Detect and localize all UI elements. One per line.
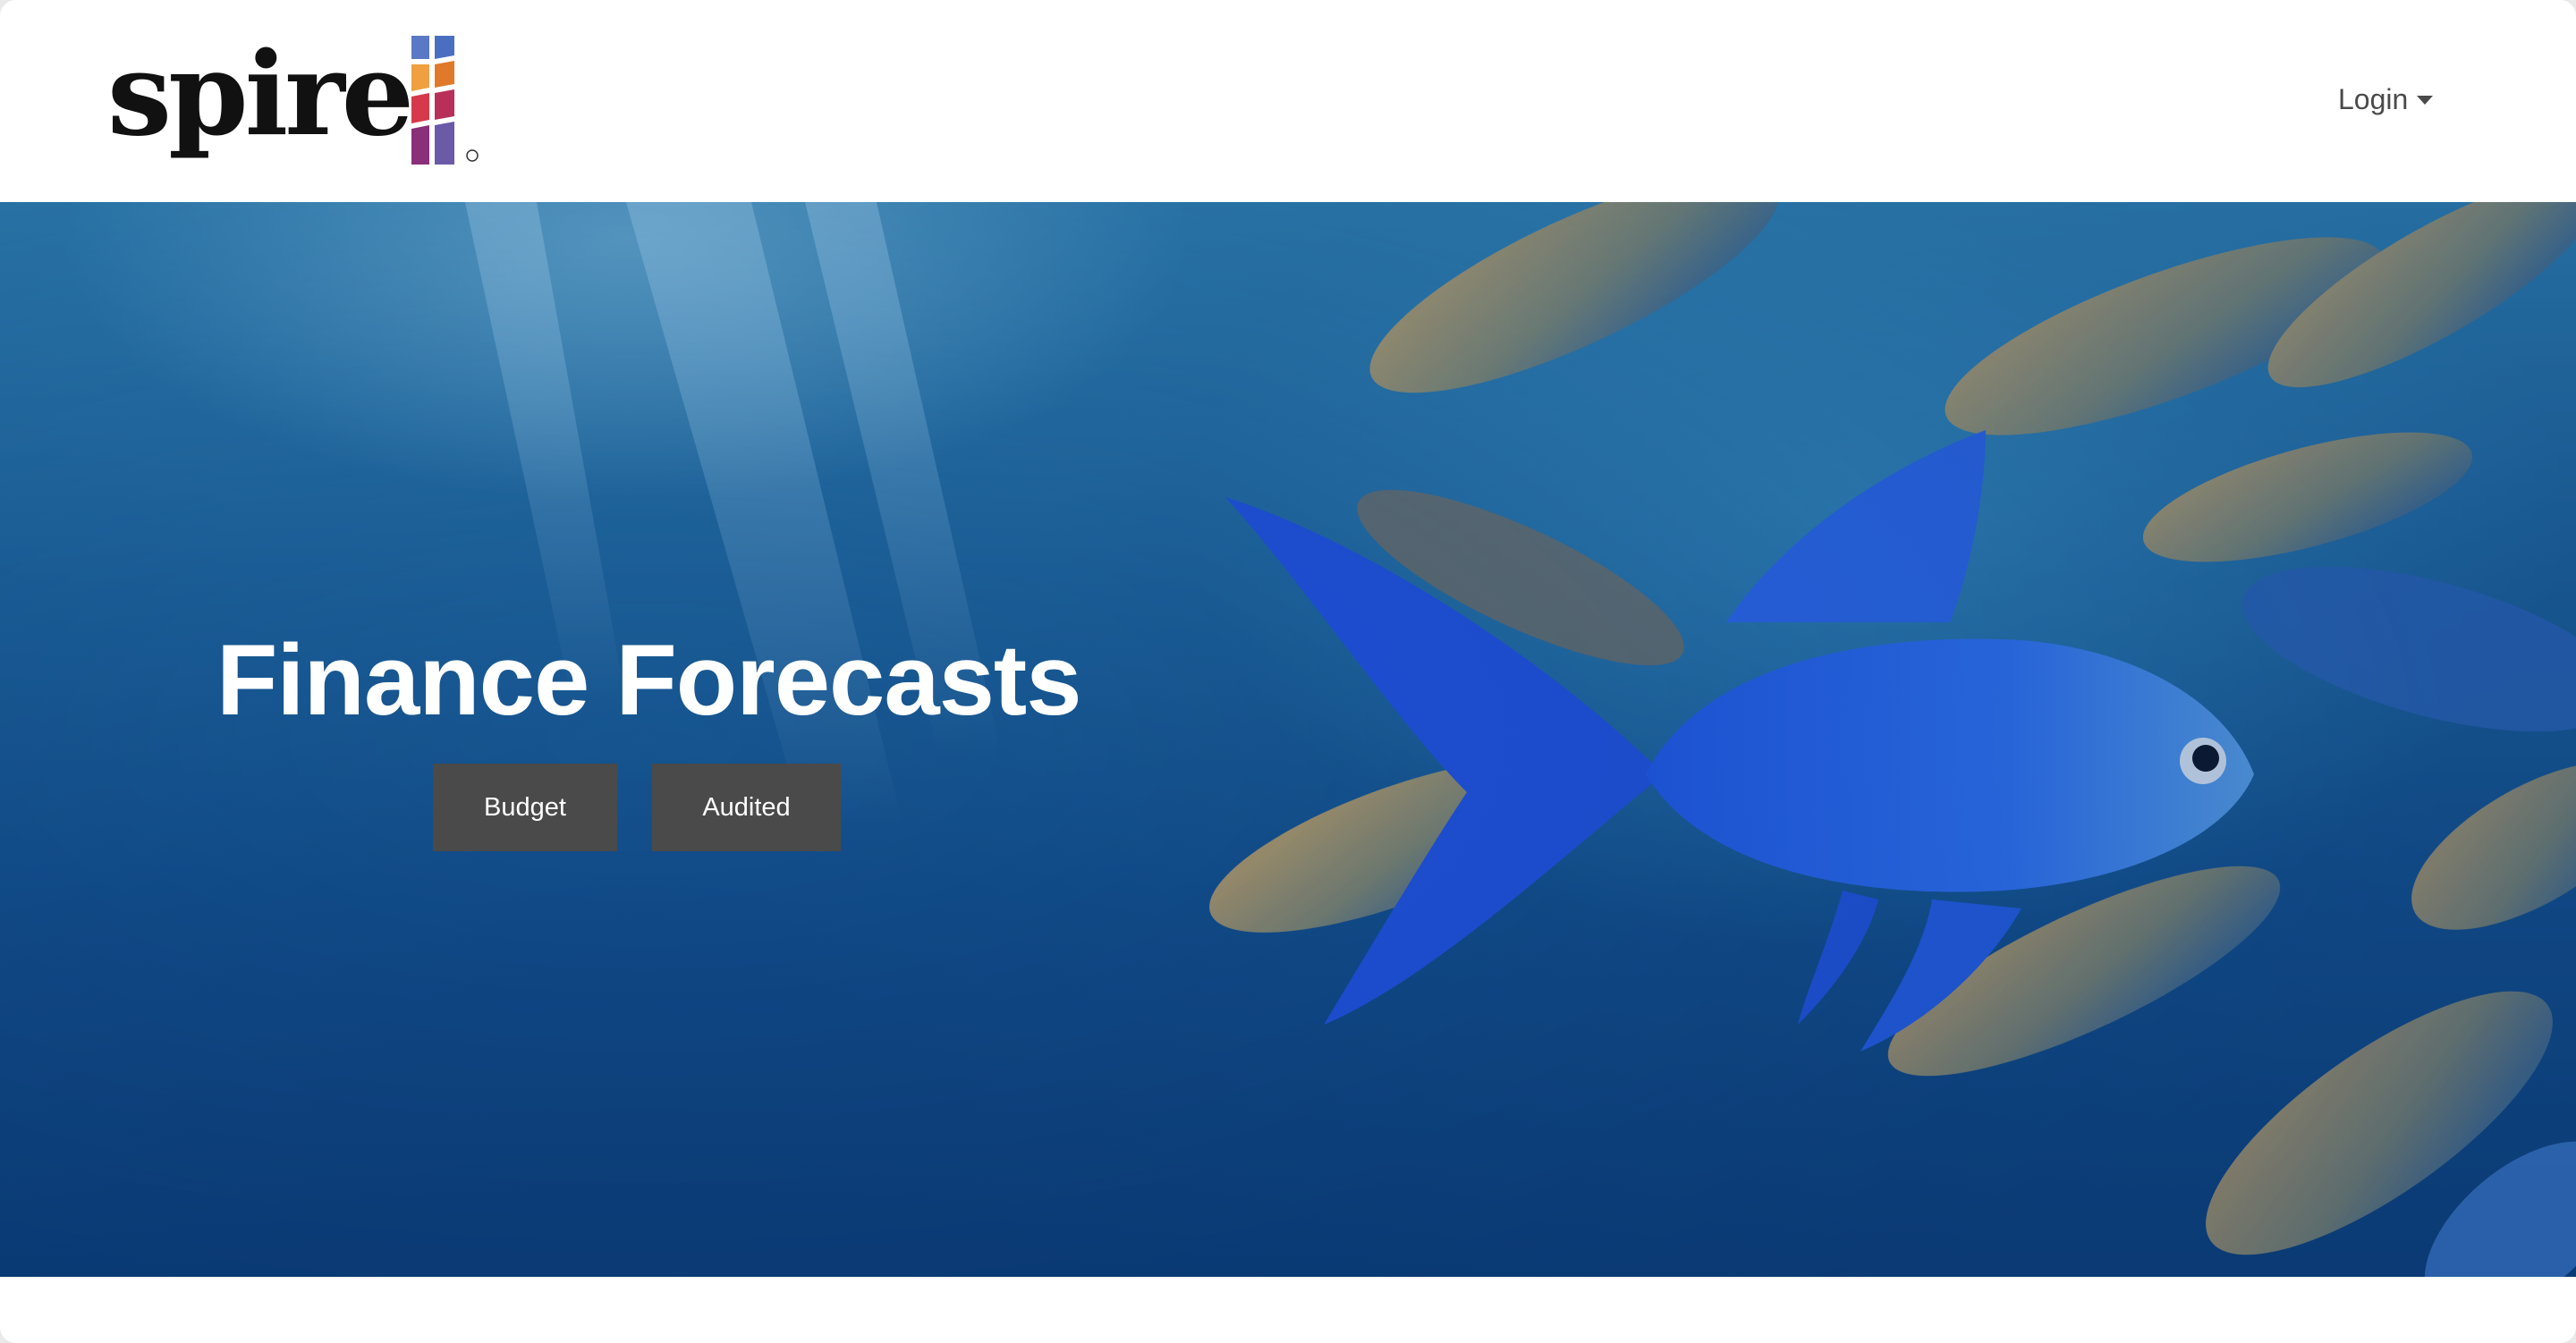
navbar: spire Login (0, 0, 2576, 202)
hero-background-image (0, 202, 2576, 1277)
audited-button[interactable]: Audited (652, 764, 841, 851)
page: spire Login Finance Forecasts Budget Aud… (0, 0, 2576, 1343)
hero-title: Finance Forecasts (216, 624, 1081, 736)
login-dropdown[interactable]: Login (2338, 79, 2434, 120)
brand-name: spire (107, 28, 414, 162)
brand-mark-icon (411, 36, 479, 165)
login-label: Login (2338, 82, 2409, 115)
content-area (0, 1277, 2576, 1343)
caret-down-icon (2417, 96, 2434, 105)
hero-banner: Finance Forecasts Budget Audited (0, 202, 2576, 1277)
brand-logo[interactable]: spire (107, 34, 483, 168)
budget-button[interactable]: Budget (433, 764, 617, 851)
